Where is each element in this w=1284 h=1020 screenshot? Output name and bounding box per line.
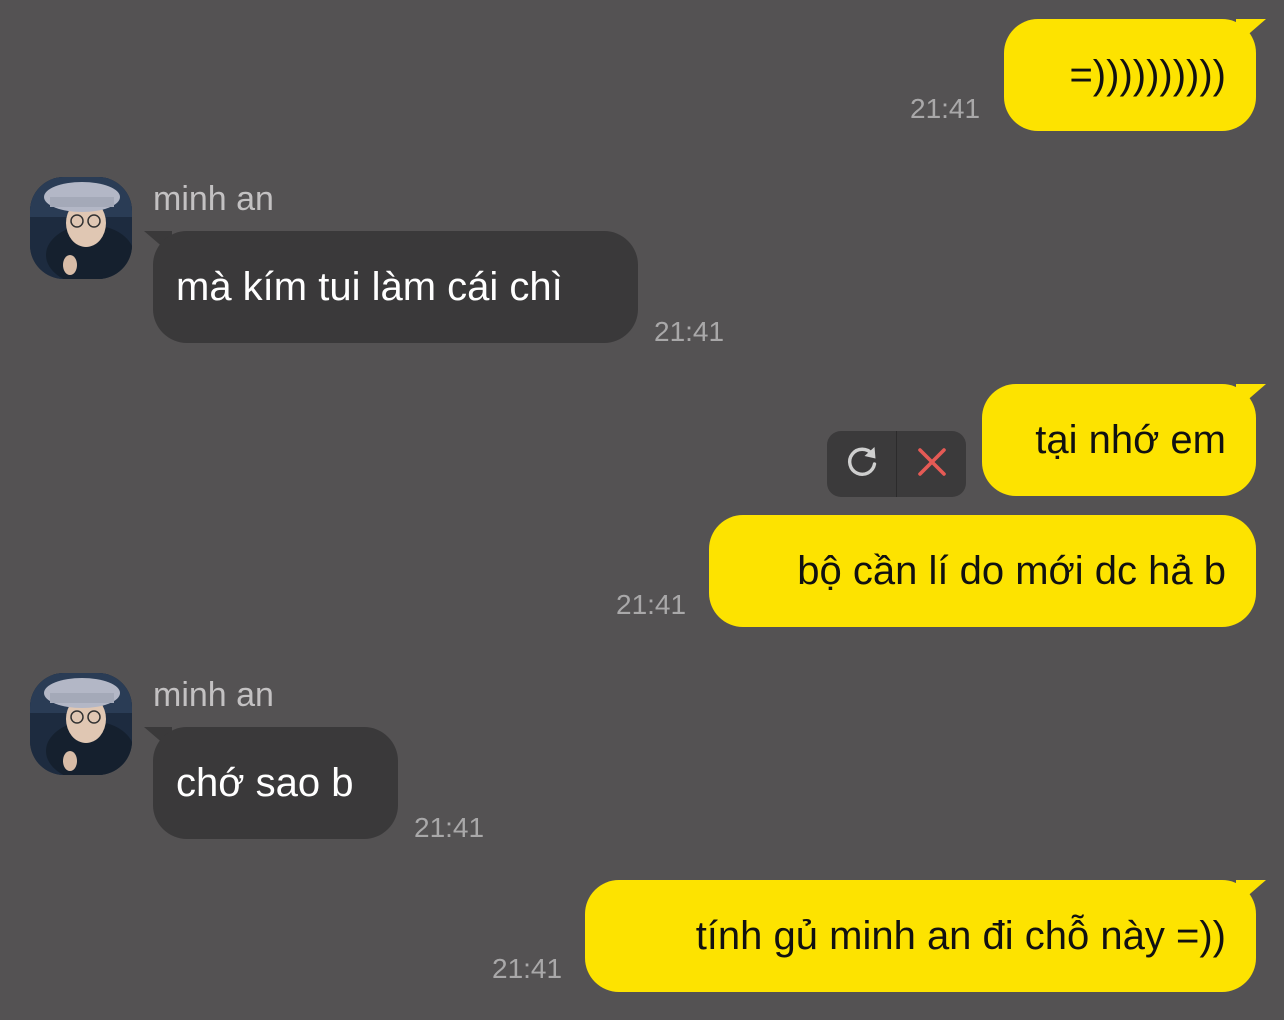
message-text: =)))))))))) [1069, 53, 1226, 97]
message-bubble-outgoing[interactable]: =)))))))))) [1004, 19, 1256, 131]
message-bubble-outgoing[interactable]: tại nhớ em [982, 384, 1256, 496]
message-timestamp: 21:41 [492, 953, 563, 984]
message-text: mà kím tui làm cái chì [176, 265, 563, 309]
sender-name: minh an [153, 180, 274, 218]
message-text: tại nhớ em [1035, 418, 1226, 462]
refresh-icon [843, 443, 881, 486]
retry-button[interactable] [827, 431, 896, 497]
close-icon [916, 446, 948, 483]
message-bubble-outgoing[interactable]: tính gủ minh an đi chỗ này =)) [585, 880, 1256, 992]
message-timestamp: 21:41 [414, 812, 485, 843]
message-timestamp: 21:41 [616, 589, 687, 620]
message-text: chớ sao b [176, 761, 354, 805]
message-timestamp: 21:41 [654, 316, 725, 347]
failed-message-actions [827, 431, 966, 497]
delete-button[interactable] [897, 431, 966, 497]
chat-thread: =)))))))))) 21:41 minh an mà kím tui làm… [0, 0, 1284, 1020]
avatar[interactable] [30, 177, 132, 279]
message-text: bộ cần lí do mới dc hả b [797, 549, 1226, 593]
message-bubble-incoming[interactable]: mà kím tui làm cái chì [153, 231, 638, 343]
message-timestamp: 21:41 [910, 93, 981, 124]
message-bubble-outgoing[interactable]: bộ cần lí do mới dc hả b [709, 515, 1256, 627]
avatar-photo [30, 673, 132, 775]
sender-name: minh an [153, 676, 274, 714]
avatar[interactable] [30, 673, 132, 775]
message-text: tính gủ minh an đi chỗ này =)) [695, 914, 1226, 958]
avatar-photo [30, 177, 132, 279]
message-bubble-incoming[interactable]: chớ sao b [153, 727, 398, 839]
